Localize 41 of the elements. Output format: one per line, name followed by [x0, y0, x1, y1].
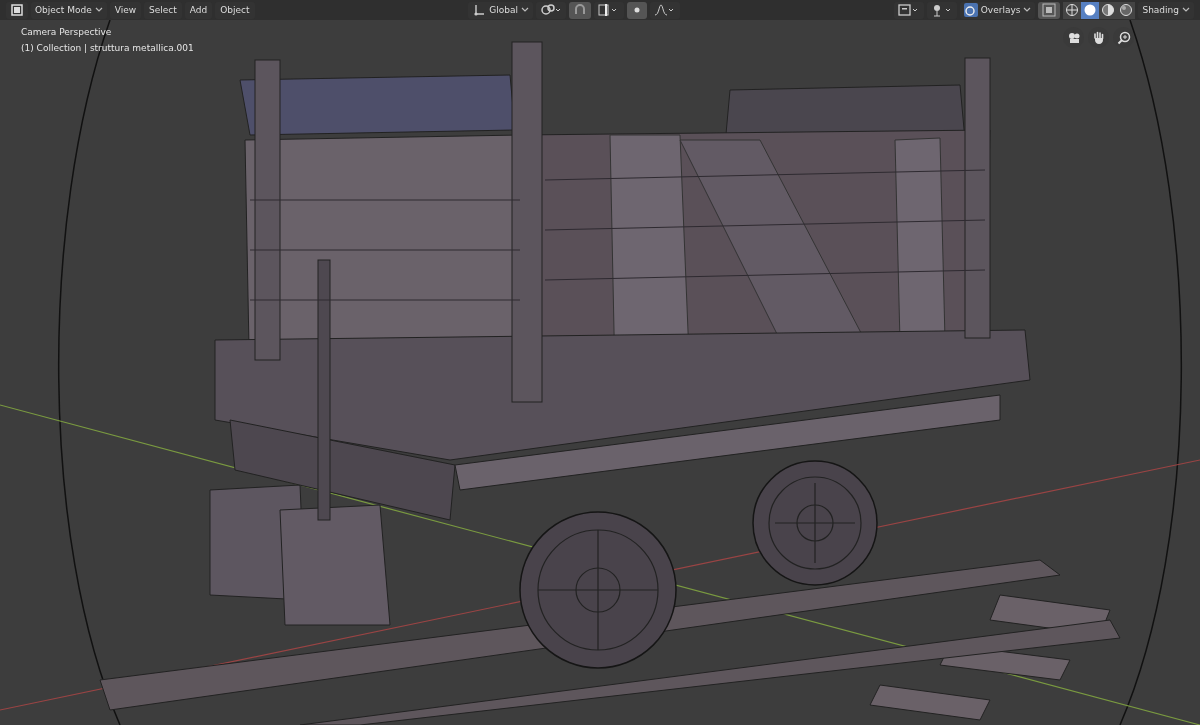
mode-dropdown[interactable]: Object Mode — [31, 1, 107, 19]
overlays-icon — [963, 3, 978, 17]
3d-viewport[interactable]: Camera Perspective (1) Collection | struttura metallica.001 — [0, 20, 1200, 725]
cube-icon — [10, 3, 24, 17]
menu-item[interactable]: Select — [144, 1, 182, 19]
menu-item[interactable]: View — [109, 1, 142, 19]
orientation-dropdown[interactable]: Global — [468, 1, 533, 19]
visibility-dropdown[interactable] — [893, 1, 924, 19]
visibility-icon — [897, 3, 920, 17]
axes-icon — [472, 3, 487, 17]
active-object-label: (1) Collection | struttura metallica.001 — [21, 42, 194, 54]
chevron-down-icon — [521, 7, 529, 13]
xray-icon — [1042, 3, 1057, 17]
proportional-edit-toggle[interactable] — [627, 1, 647, 19]
zoom-icon — [1116, 30, 1131, 45]
view-name-label: Camera Perspective — [21, 26, 113, 38]
shading-sphere-icon — [1101, 3, 1116, 17]
shading-mode-button[interactable] — [1081, 1, 1100, 19]
chevron-down-icon — [94, 7, 103, 13]
shading-sphere-icon — [1065, 3, 1080, 17]
shading-mode-button[interactable] — [1117, 1, 1136, 19]
camera-icon — [1066, 30, 1081, 45]
overlays-dropdown[interactable]: Overlays — [959, 1, 1036, 19]
menu-item[interactable]: Add — [184, 1, 213, 19]
chevron-down-icon — [1182, 7, 1190, 13]
menu-item[interactable]: Object — [215, 1, 255, 19]
falloff-curve-icon — [654, 3, 676, 17]
falloff-dropdown[interactable] — [650, 1, 680, 19]
magnet-icon — [573, 3, 587, 17]
snap-toggle[interactable] — [569, 1, 591, 19]
pivot-icon — [540, 3, 562, 17]
xray-toggle[interactable] — [1038, 1, 1061, 19]
pivot-dropdown[interactable] — [536, 1, 566, 19]
chevron-down-icon — [1023, 7, 1032, 13]
shading-sphere-icon — [1119, 3, 1134, 17]
shading-dropdown[interactable]: Shading — [1138, 1, 1194, 19]
editor-type-button[interactable] — [6, 1, 28, 19]
shading-sphere-icon — [1083, 3, 1098, 17]
hand-icon — [1091, 30, 1106, 45]
snap-target-dropdown[interactable] — [594, 1, 624, 19]
gizmo-dropdown[interactable] — [926, 1, 957, 19]
